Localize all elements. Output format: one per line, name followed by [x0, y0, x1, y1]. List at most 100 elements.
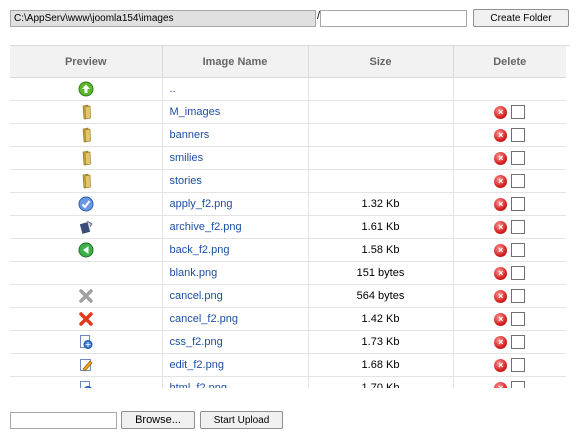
delete-icon[interactable]: ×	[494, 220, 508, 234]
image-name-link[interactable]: M_images	[170, 106, 221, 118]
delete-icon[interactable]: ×	[494, 335, 508, 349]
size-cell: 1.58 Kb	[308, 238, 454, 262]
header-preview: Preview	[10, 46, 163, 78]
image-name-cell: archive_f2.png	[162, 215, 309, 239]
folder-icon[interactable]	[78, 127, 94, 143]
delete-controls: ×	[494, 105, 526, 119]
edit-file-icon[interactable]	[78, 359, 94, 372]
table-header-row: Preview Image Name Size Delete	[10, 46, 566, 78]
delete-cell: ×	[453, 169, 566, 193]
delete-icon[interactable]: ×	[494, 174, 508, 188]
back-arrow-icon[interactable]	[78, 242, 94, 258]
image-name-link[interactable]: blank.png	[170, 267, 218, 279]
image-name-cell: banners	[162, 123, 309, 147]
size-cell: 1.68 Kb	[308, 353, 454, 377]
image-name-link[interactable]: cancel_f2.png	[170, 313, 239, 325]
delete-icon[interactable]: ×	[494, 289, 508, 303]
table-row: stories ×	[10, 169, 566, 193]
apply-check-icon[interactable]	[78, 196, 94, 212]
delete-cell: ×	[453, 146, 566, 170]
image-name-link[interactable]: archive_f2.png	[170, 221, 242, 233]
table-row: archive_f2.png 1.61 Kb ×	[10, 215, 566, 239]
size-cell: 1.61 Kb	[308, 215, 454, 239]
delete-cell: ×	[453, 123, 566, 147]
image-name-link[interactable]: banners	[170, 129, 210, 141]
delete-checkbox[interactable]	[511, 105, 526, 119]
delete-icon[interactable]: ×	[494, 197, 508, 211]
image-name-link[interactable]: css_f2.png	[170, 336, 223, 348]
upload-file-input[interactable]	[10, 412, 117, 429]
folder-toolbar: C:\AppServ\www\joomla154\images / Create…	[10, 9, 570, 29]
cancel-red-x-icon[interactable]	[78, 312, 94, 326]
html-file-icon[interactable]	[78, 381, 94, 388]
archive-icon[interactable]	[78, 220, 94, 234]
delete-icon[interactable]: ×	[494, 266, 508, 280]
delete-checkbox[interactable]	[511, 381, 526, 388]
delete-controls: ×	[494, 174, 526, 188]
create-folder-button[interactable]: Create Folder	[473, 9, 569, 27]
delete-icon[interactable]: ×	[494, 312, 508, 326]
table-row: apply_f2.png 1.32 Kb ×	[10, 192, 566, 216]
image-name-link[interactable]: stories	[170, 175, 202, 187]
delete-controls: ×	[494, 266, 526, 280]
css-file-icon[interactable]	[78, 335, 94, 349]
image-name-link[interactable]: edit_f2.png	[170, 359, 224, 371]
folder-name-input[interactable]	[320, 10, 467, 27]
delete-checkbox[interactable]	[511, 289, 526, 303]
header-size: Size	[308, 46, 454, 78]
table-row: back_f2.png 1.58 Kb ×	[10, 238, 566, 262]
preview-cell	[10, 284, 163, 308]
delete-checkbox[interactable]	[511, 335, 526, 349]
image-name-cell: ..	[162, 77, 309, 101]
start-upload-button[interactable]: Start Upload	[200, 411, 283, 429]
cancel-gray-x-icon[interactable]	[78, 289, 94, 303]
delete-checkbox[interactable]	[511, 358, 526, 372]
preview-cell	[10, 169, 163, 193]
table-row: ..	[10, 77, 566, 101]
delete-icon[interactable]: ×	[494, 128, 508, 142]
delete-controls: ×	[494, 197, 526, 211]
size-cell: 1.42 Kb	[308, 307, 454, 331]
delete-checkbox[interactable]	[511, 128, 526, 142]
delete-controls: ×	[494, 289, 526, 303]
size-cell	[308, 100, 454, 124]
delete-icon[interactable]: ×	[494, 358, 508, 372]
delete-cell: ×	[453, 330, 566, 354]
delete-controls: ×	[494, 358, 526, 372]
delete-icon[interactable]: ×	[494, 243, 508, 257]
preview-cell	[10, 330, 163, 354]
image-name-link[interactable]: smilies	[170, 152, 204, 164]
size-cell: 564 bytes	[308, 284, 454, 308]
table-row: blank.png 151 bytes ×	[10, 261, 566, 285]
size-cell: 1.32 Kb	[308, 192, 454, 216]
folder-icon[interactable]	[78, 173, 94, 189]
image-list[interactable]: Preview Image Name Size Delete .. M_image…	[10, 45, 570, 388]
delete-checkbox[interactable]	[511, 312, 526, 326]
image-name-link[interactable]: ..	[170, 83, 176, 95]
image-name-link[interactable]: apply_f2.png	[170, 198, 233, 210]
delete-icon[interactable]: ×	[494, 105, 508, 119]
preview-cell	[10, 353, 163, 377]
image-name-link[interactable]: back_f2.png	[170, 244, 230, 256]
image-name-link[interactable]: cancel.png	[170, 290, 223, 302]
table-row: banners ×	[10, 123, 566, 147]
delete-checkbox[interactable]	[511, 243, 526, 257]
delete-checkbox[interactable]	[511, 220, 526, 234]
image-name-link[interactable]: html_f2.png	[170, 382, 227, 388]
delete-checkbox[interactable]	[511, 266, 526, 280]
image-name-cell: cancel.png	[162, 284, 309, 308]
delete-cell: ×	[453, 353, 566, 377]
delete-checkbox[interactable]	[511, 151, 526, 165]
folder-icon[interactable]	[78, 150, 94, 166]
browse-button[interactable]: Browse...	[121, 411, 195, 429]
folder-icon[interactable]	[78, 104, 94, 120]
preview-cell	[10, 77, 163, 101]
preview-cell	[10, 238, 163, 262]
up-arrow-icon[interactable]	[78, 81, 94, 97]
current-path-field[interactable]: C:\AppServ\www\joomla154\images	[10, 10, 316, 27]
delete-checkbox[interactable]	[511, 174, 526, 188]
table-row: cancel.png 564 bytes ×	[10, 284, 566, 308]
delete-checkbox[interactable]	[511, 197, 526, 211]
delete-icon[interactable]: ×	[494, 381, 508, 388]
delete-icon[interactable]: ×	[494, 151, 508, 165]
